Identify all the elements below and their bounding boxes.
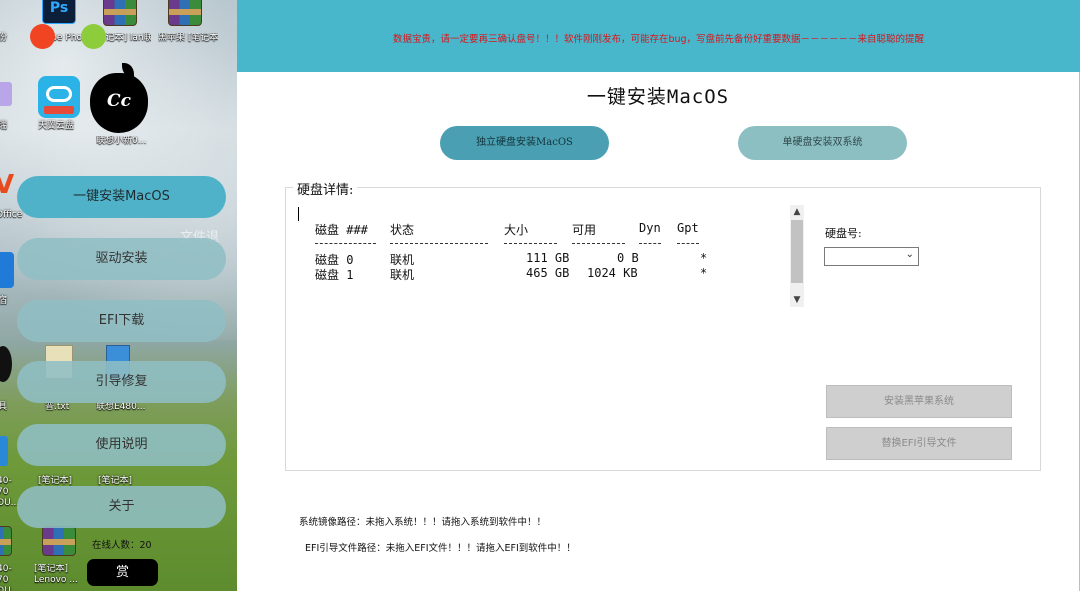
tianyi-cloud-icon[interactable] <box>38 76 80 118</box>
desktop-edge-label: 瑞 <box>0 121 8 131</box>
desktop-background: Ps Adobe Photosh... [笔记本] lan联想34... 黑苹果… <box>0 0 237 591</box>
desktop-icon-label[interactable]: 联想E480... <box>96 402 152 413</box>
header-status: 状态 <box>390 223 415 237</box>
separator-size <box>504 243 557 244</box>
header-gpt: Gpt <box>677 221 699 235</box>
disk-0-gpt: * <box>700 251 708 265</box>
disk-details-textbox[interactable]: 磁盘 ### 状态 大小 可用 Dyn Gpt 磁盘 0 联机 111 GB 0… <box>297 205 791 307</box>
menu-item-efi-download[interactable]: EFI下载 <box>17 300 226 342</box>
disk-1-size: 465 GB <box>526 266 570 280</box>
desktop-icon-label[interactable]: 黑苹果 [笔记本] 10... <box>158 33 218 44</box>
separator-status <box>390 243 488 244</box>
menu-item-instructions[interactable]: 使用说明 <box>17 424 226 466</box>
menu-item-about[interactable]: 关于 <box>17 486 226 528</box>
chevron-down-icon: ⌄ <box>905 249 914 260</box>
desktop-icon-label[interactable]: 联想小新0... <box>96 136 150 147</box>
desktop-icon-label[interactable]: [笔记本] Lenovo ... <box>34 564 86 586</box>
disk-number-select[interactable]: ⌄ <box>824 247 919 266</box>
close-window-dot[interactable] <box>30 24 55 49</box>
desktop-icon-label[interactable]: 普.txt <box>45 402 69 413</box>
app-window: 数据宝贵，请一定要再三确认盘号！！！软件刚刚发布，可能存在bug，写盘前先备份好… <box>237 0 1080 591</box>
header-free: 可用 <box>572 223 597 237</box>
desktop-edge-label: 40-70 OU... <box>0 564 19 591</box>
scroll-down-arrow-icon[interactable]: ▼ <box>790 293 804 307</box>
warning-text: 数据宝贵，请一定要再三确认盘号！！！软件刚刚发布，可能存在bug，写盘前先备份好… <box>392 34 925 45</box>
disk-details-scrollbar[interactable]: ▲ ▼ <box>790 205 804 307</box>
menu-item-driver-install[interactable]: 驱动安装 <box>17 238 226 280</box>
desktop-icon-label[interactable]: 天翼云盘 <box>38 121 74 132</box>
menu-item-one-click-install[interactable]: 一键安装MacOS <box>17 176 226 218</box>
separator-dyn <box>639 243 661 244</box>
warning-banner: 数据宝贵，请一定要再三确认盘号！！！软件刚刚发布，可能存在bug，写盘前先备份好… <box>237 0 1080 72</box>
disk-0-free: 0 B <box>617 251 639 265</box>
partial-black-app-icon[interactable] <box>0 346 12 382</box>
scroll-up-arrow-icon[interactable]: ▲ <box>790 205 804 219</box>
page-title: 一键安装MacOS <box>586 86 730 108</box>
separator-free <box>572 243 625 244</box>
photoshop-icon[interactable]: Ps <box>42 0 76 24</box>
text-cursor <box>298 207 299 221</box>
partial-app-icon[interactable] <box>0 82 12 106</box>
scroll-thumb[interactable] <box>791 220 803 283</box>
header-dyn: Dyn <box>639 221 661 235</box>
header-disk: 磁盘 ### <box>315 223 368 237</box>
disk-1-free: 1024 KB <box>587 266 638 280</box>
install-hackintosh-button[interactable]: 安装黑苹果系统 <box>826 385 1012 418</box>
dual-boot-install-button[interactable]: 单硬盘安装双系统 <box>738 126 907 160</box>
header-size: 大小 <box>504 223 529 237</box>
menu-item-boot-repair[interactable]: 引导修复 <box>17 361 226 403</box>
disk-1-gpt: * <box>700 266 708 280</box>
desktop-edge-label: Office <box>0 210 23 220</box>
standalone-disk-install-button[interactable]: 独立硬盘安装MacOS <box>440 126 609 160</box>
disk-1-status: 联机 <box>390 268 415 282</box>
desktop-edge-label: 份 <box>0 33 8 43</box>
replace-efi-button[interactable]: 替换EFI引导文件 <box>826 427 1012 460</box>
disk-0-size: 111 GB <box>526 251 570 265</box>
separator-disk <box>315 243 376 244</box>
minimize-window-dot[interactable] <box>81 24 106 49</box>
winrar-archive-icon[interactable] <box>42 526 76 556</box>
desktop-edge-label: 具 <box>0 402 8 412</box>
efi-file-path: EFI引导文件路径：未拖入EFI文件！！！请拖入EFI到软件中！！ <box>305 543 576 554</box>
system-image-path: 系统镜像路径：未拖入系统！！！请拖入系统到软件中！！ <box>299 517 547 528</box>
winrar-archive-icon[interactable] <box>168 0 202 26</box>
winrar-archive-icon[interactable] <box>103 0 137 26</box>
partial-blue-app-icon[interactable] <box>0 252 14 288</box>
office-icon[interactable]: V <box>0 170 16 200</box>
online-count: 在线人数：20 <box>92 540 152 551</box>
reward-button[interactable]: 赏 <box>87 559 158 586</box>
desktop-edge-label: 宿 <box>0 296 8 306</box>
disk-number-label: 硬盘号: <box>825 227 862 240</box>
apple-cc-icon[interactable]: Cc <box>90 63 148 133</box>
separator-gpt <box>677 243 699 244</box>
disk-details-legend: 硬盘详情: <box>293 179 358 198</box>
winrar-archive-icon[interactable] <box>0 526 12 556</box>
disk-1-name: 磁盘 1 <box>315 268 354 282</box>
partial-blue-app-icon-2[interactable] <box>0 436 8 466</box>
